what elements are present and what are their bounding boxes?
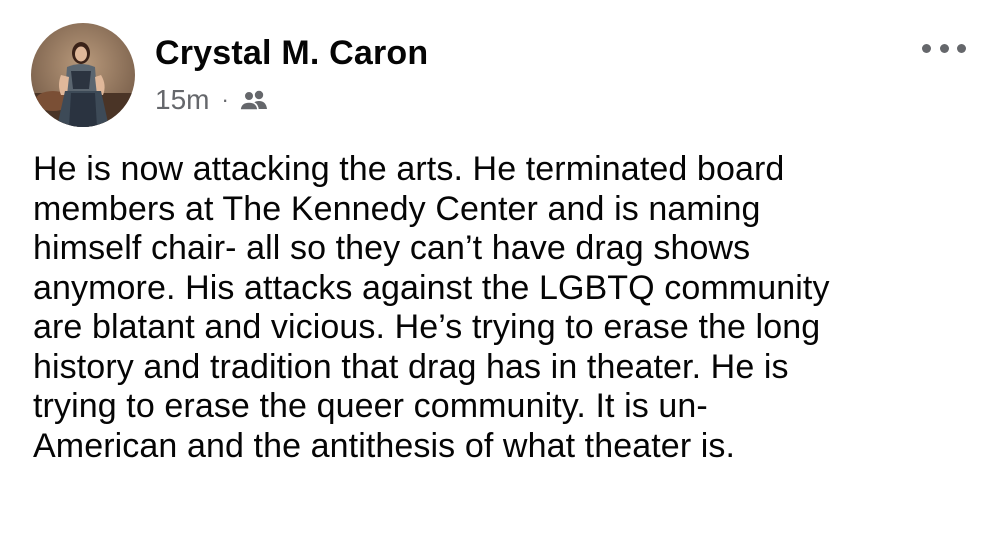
post-text-line: history and tradition that drag has in t… xyxy=(33,347,789,386)
more-dot xyxy=(922,43,931,53)
post-text-line: American and the antithesis of what thea… xyxy=(33,426,736,465)
post-text-line: are blatant and vicious. He’s trying to … xyxy=(33,308,821,346)
avatar[interactable] xyxy=(31,23,135,127)
avatar-photo xyxy=(31,23,135,127)
post-text-line: trying to erase the queer community. It … xyxy=(33,387,708,425)
timestamp[interactable]: 15m xyxy=(155,84,209,116)
post-card: Crystal M. Caron 15m · He is now attacki… xyxy=(0,0,1000,535)
author-name[interactable]: Crystal M. Caron xyxy=(155,34,428,73)
post-text-line: members at The Kennedy Center and is nam… xyxy=(33,189,761,228)
post-text-line: himself chair- all so they can’t have dr… xyxy=(33,229,751,267)
meta-separator: · xyxy=(221,87,229,112)
more-options-icon[interactable] xyxy=(922,36,966,60)
post-text-line: He is now attacking the arts. He termina… xyxy=(33,150,785,188)
more-dot xyxy=(957,43,966,53)
post-text-line: anymore. His attacks against the LGBTQ c… xyxy=(33,268,830,307)
friends-icon[interactable] xyxy=(238,88,269,112)
post-text: He is now attacking the arts. He termina… xyxy=(33,150,978,466)
more-dot xyxy=(939,43,949,53)
post-meta: 15m · xyxy=(155,82,269,118)
